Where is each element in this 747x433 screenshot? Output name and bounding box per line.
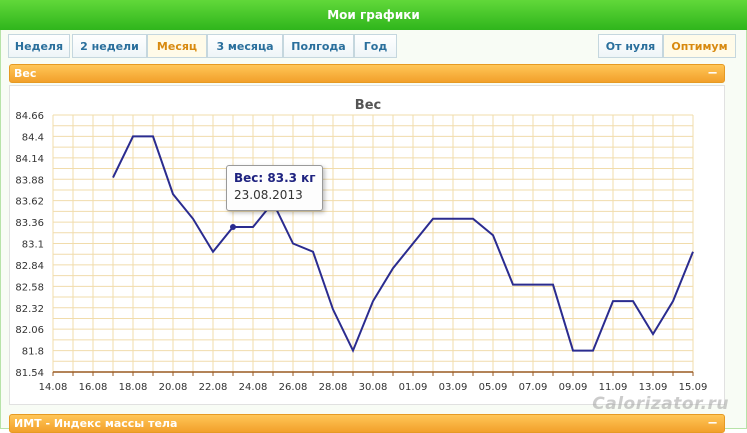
y-tick-label: 84.14 bbox=[15, 154, 44, 165]
chart-grid bbox=[52, 114, 694, 373]
watermark: Calorizator.ru bbox=[592, 394, 729, 414]
x-tick-label: 18.08 bbox=[119, 382, 148, 393]
y-tick-label: 84.4 bbox=[22, 132, 44, 143]
weight-chart-svg: Вес 84.66 84.4 84.14 83.88 83.62 83.36 83.1 82.… bbox=[15, 98, 708, 393]
bmi-panel-title: ИМТ - Индекс массы тела bbox=[14, 417, 178, 430]
x-tick-label: 26.08 bbox=[279, 382, 308, 393]
x-tick-label: 13.09 bbox=[639, 382, 668, 393]
x-tick-label: 20.08 bbox=[159, 382, 188, 393]
x-tick-label: 22.08 bbox=[199, 382, 228, 393]
x-tick-label: 05.09 bbox=[479, 382, 508, 393]
x-tick-label: 01.09 bbox=[399, 382, 428, 393]
x-tick-label: 14.08 bbox=[39, 382, 68, 393]
y-tick-label: 82.32 bbox=[15, 304, 44, 315]
x-tick-label: 03.09 bbox=[439, 382, 468, 393]
weight-chart: Вес 84.66 84.4 84.14 83.88 83.62 83.36 83.1 82.… bbox=[9, 85, 725, 405]
y-tick-label: 82.84 bbox=[15, 261, 44, 272]
y-tick-label: 83.36 bbox=[15, 218, 44, 229]
tab-three-months[interactable]: 3 месяца bbox=[207, 34, 283, 58]
tab-from-zero[interactable]: От нуля bbox=[598, 34, 663, 58]
x-tick-label: 28.08 bbox=[319, 382, 348, 393]
y-tick-label: 81.54 bbox=[15, 368, 44, 379]
y-tick-label: 84.66 bbox=[15, 111, 44, 122]
y-tick-label: 83.88 bbox=[15, 175, 44, 186]
x-tick-label: 30.08 bbox=[359, 382, 388, 393]
bmi-panel-header[interactable]: ИМТ - Индекс массы тела − bbox=[9, 414, 725, 433]
x-tick-label: 09.09 bbox=[559, 382, 588, 393]
tab-month[interactable]: Месяц bbox=[147, 34, 207, 58]
tooltip-label: Вес: 83.3 кг bbox=[234, 171, 316, 185]
tab-week[interactable]: Неделя bbox=[8, 34, 70, 58]
collapse-icon[interactable]: − bbox=[707, 415, 718, 432]
chart-title: Вес bbox=[355, 98, 381, 113]
x-tick-label: 11.09 bbox=[599, 382, 628, 393]
x-tick-label: 15.09 bbox=[679, 382, 708, 393]
highlight-point bbox=[230, 224, 236, 231]
tooltip-date: 23.08.2013 bbox=[234, 188, 303, 202]
app-header: Мои графики bbox=[0, 0, 747, 30]
chart-tooltip: Вес: 83.3 кг 23.08.2013 bbox=[226, 165, 323, 211]
collapse-icon[interactable]: − bbox=[707, 65, 718, 82]
y-tick-label: 82.06 bbox=[15, 325, 44, 336]
x-tick-label: 07.09 bbox=[519, 382, 548, 393]
tab-optimum[interactable]: Оптимум bbox=[663, 34, 736, 58]
x-tick-label: 24.08 bbox=[239, 382, 268, 393]
tab-half-year[interactable]: Полгода bbox=[283, 34, 354, 58]
tab-two-weeks[interactable]: 2 недели bbox=[72, 34, 147, 58]
y-tick-label: 81.8 bbox=[22, 347, 44, 358]
y-tick-label: 83.62 bbox=[15, 197, 44, 208]
weight-panel-title: Вес bbox=[14, 67, 37, 80]
tab-year[interactable]: Год bbox=[354, 34, 397, 58]
y-tick-label: 82.58 bbox=[15, 282, 44, 293]
x-tick-label: 16.08 bbox=[79, 382, 108, 393]
weight-panel-header[interactable]: Вес − bbox=[9, 64, 725, 83]
y-tick-label: 83.1 bbox=[22, 240, 44, 251]
